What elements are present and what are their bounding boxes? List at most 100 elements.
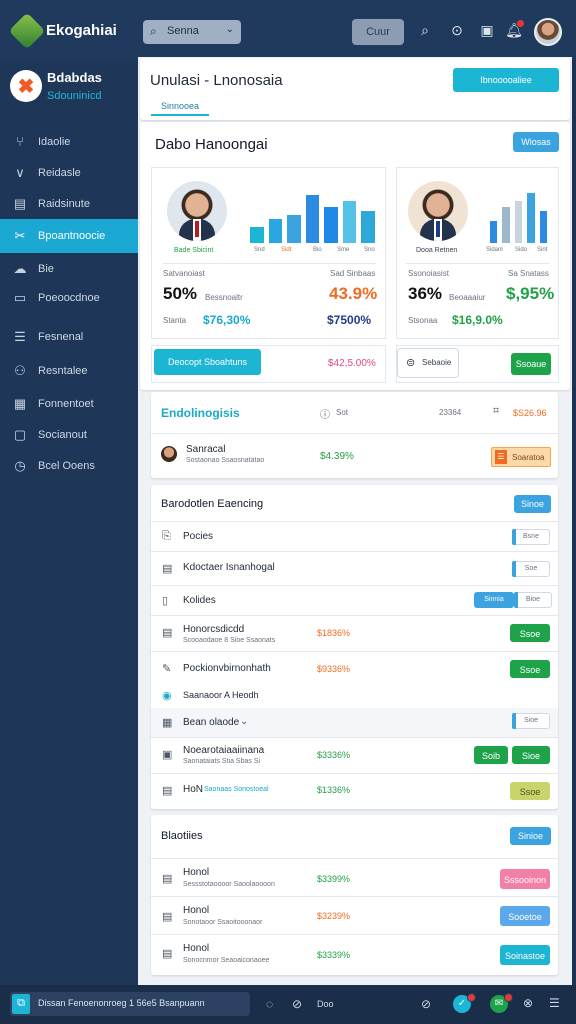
list-icon: ☰: [495, 450, 507, 464]
row-button[interactable]: Ssoe: [510, 782, 550, 800]
tools-icon: ✂: [14, 228, 26, 243]
activity-row-sub: Sostaonao Ssaosnatatao: [186, 457, 265, 464]
header-action-button[interactable]: Ibnooooaliee: [453, 68, 559, 92]
table-row[interactable]: ▯ Kolides Sinnia Bioe: [151, 586, 558, 616]
row-toggle[interactable]: Bsne: [512, 529, 550, 545]
bar-chart-1: [248, 185, 378, 243]
chevron-down-icon[interactable]: ⌄: [240, 716, 248, 727]
strip-right-chip[interactable]: ⊜ Sebaoie: [397, 348, 459, 378]
foot-label: Stanta: [163, 316, 187, 325]
row-value: $3336%: [317, 750, 351, 760]
row-sub: Sessstotaoooor Saoolaoooon: [183, 881, 275, 888]
bottom-list-title: Blaotiies: [161, 830, 203, 842]
chevron-down-icon: ⌄: [225, 24, 234, 35]
row-toggle[interactable]: Soe: [512, 561, 550, 577]
row-toggle-left[interactable]: Sinnia: [474, 592, 514, 608]
clock-icon: ◷: [14, 458, 26, 473]
chart-bar: [268, 218, 283, 243]
foot-value-left: $76,30%: [203, 313, 251, 327]
sidebar-item-1[interactable]: ⑂ Idaolie: [0, 125, 138, 159]
row-button-left[interactable]: Soib: [474, 746, 508, 764]
row-button[interactable]: Ssoe: [510, 624, 550, 642]
table-row[interactable]: ◉ Saanaoor A Heodh: [151, 686, 558, 708]
refresh-icon[interactable]: ⊘: [421, 997, 431, 1011]
row-button[interactable]: Sooetoe: [500, 906, 550, 926]
sidebar-item-7[interactable]: ☰ Fesnenal: [0, 320, 138, 354]
table-row[interactable]: ▦ Bean olaode ⌄ Sioe: [151, 708, 558, 738]
row-toggle[interactable]: Sioe: [512, 713, 550, 729]
help-icon[interactable]: ⊙: [448, 22, 466, 39]
bottom-list-button[interactable]: Sinioe: [510, 827, 551, 845]
clipboard-icon: ▤: [162, 563, 173, 575]
tab-active[interactable]: Sinnooea: [151, 96, 209, 116]
list-item[interactable]: ▤ Honol Sonocnmor Seaoaiconaoee $3339% S…: [151, 935, 558, 973]
big-value-sub: Beoaaaiur: [449, 293, 486, 302]
table-row[interactable]: ▤ Honorcsdicdd Scooaodaoe 8 Sioe Ssaonat…: [151, 616, 558, 652]
overview-button[interactable]: Wiosas: [513, 132, 559, 152]
row-toggle[interactable]: Bioe: [514, 592, 552, 608]
foot-label: Stsonaa: [408, 316, 438, 325]
sidebar-item-2[interactable]: ∨ Reidasle: [0, 156, 138, 190]
search-icon[interactable]: ⌕: [416, 22, 434, 39]
row-button[interactable]: Sssooinon: [500, 869, 550, 889]
row-button[interactable]: Soinastoe: [500, 945, 550, 965]
sidebar-item-active[interactable]: ✂ Bpoantnoocie: [0, 219, 138, 253]
foot-value-left: $16,9.0%: [452, 313, 503, 327]
strip-left-button[interactable]: Deocopt Sboahtuns: [154, 349, 261, 375]
sidebar-item-label: Resntalee: [38, 365, 88, 377]
row-sub: Saonataiats Stia Sbas Si: [183, 758, 261, 765]
table-row[interactable]: ▤ Kdoctaer Isnanhogal Soe: [151, 552, 558, 586]
sidebar-item-3[interactable]: ▤ Raidsinute: [0, 187, 138, 221]
document-icon: ☰: [14, 329, 26, 344]
settings-icon[interactable]: ☰: [549, 996, 560, 1010]
list-button[interactable]: Sinoe: [514, 495, 551, 513]
app-logo-icon: [8, 12, 46, 50]
list-title: Barodotlen Eaencing: [161, 498, 264, 510]
row-value: $9336%: [317, 664, 351, 674]
sidebar-item-8[interactable]: ⚇ Resntalee: [0, 354, 138, 388]
activity-row-button[interactable]: ☰ Soaratoa: [491, 447, 551, 467]
clipboard-icon: ▤: [162, 627, 173, 639]
row-button[interactable]: Ssoe: [510, 660, 550, 678]
divider: [151, 433, 558, 434]
taskbar-field[interactable]: ⧉ Dissan Fenoenonroeg 1 56e5 Bsanpuann: [10, 992, 250, 1016]
row-value: $1336%: [317, 785, 351, 795]
row-name: Pockionvbirnonhath: [183, 663, 271, 674]
sidebar-item-10[interactable]: ▢ Socianout: [0, 418, 138, 452]
strip-right-button[interactable]: Ssoaue: [511, 353, 551, 375]
tag-icon: ⌗: [493, 405, 500, 417]
overview-title: Dabo Hanoongai: [155, 136, 268, 153]
chat-icon[interactable]: ◌: [266, 997, 273, 1011]
calendar-icon[interactable]: ▣: [478, 22, 496, 39]
user-avatar[interactable]: [534, 18, 562, 46]
sidebar-item-11[interactable]: ◷ Bcel Ooens: [0, 449, 138, 483]
table-row[interactable]: ▣ Noearotaiaaiinana Saonataiats Stia Sba…: [151, 738, 558, 774]
divider: [163, 263, 376, 264]
sidebar-item-label: Fesnenal: [38, 331, 84, 343]
app-launcher-icon: ⧉: [12, 994, 30, 1014]
sidebar-item-label: Bpoantnoocie: [38, 230, 106, 242]
table-row[interactable]: ▤ HoN Saonaas Sonostoeal $1336% Ssoe: [151, 774, 558, 808]
list-item[interactable]: ▤ Honol Sonotaoor Ssaoitooonaor $3239% S…: [151, 897, 558, 935]
person-photo: [167, 181, 227, 241]
activity-title: Endolinogisis: [161, 406, 240, 420]
table-row[interactable]: ✎ Pockionvbirnonhath $9336% Ssoe: [151, 652, 558, 686]
table-row[interactable]: ⎘ Pocies Bsne: [151, 521, 558, 552]
big-value: 36%: [408, 284, 443, 303]
list-item[interactable]: ▤ Honol Sessstotaoooor Saoolaoooon $3399…: [151, 858, 558, 897]
sidebar-item-9[interactable]: ▦ Fonnentoet: [0, 387, 138, 421]
top-pill-button[interactable]: Cuur: [352, 19, 404, 45]
row-value: $3239%: [317, 911, 351, 921]
sidebar-item-label: Fonnentoet: [38, 398, 94, 410]
row-button[interactable]: Sioe: [512, 746, 550, 764]
activity-row-name: Sanracal: [186, 444, 226, 455]
circle-icon: ◉: [162, 690, 172, 702]
chart-bar: [539, 211, 547, 243]
grid-icon: ▦: [162, 717, 173, 729]
calendar-icon: ▣: [162, 749, 173, 761]
sidebar-item-6[interactable]: ▭ Poeoocdnoe: [0, 281, 138, 315]
taskbar-text: Dissan Fenoenonroeg 1 56e5 Bsanpuann: [38, 998, 205, 1008]
help-icon[interactable]: ⊘: [292, 997, 302, 1011]
search-dropdown[interactable]: ⌕ Senna ⌄: [143, 20, 241, 44]
link-icon[interactable]: ⊗: [523, 996, 533, 1010]
